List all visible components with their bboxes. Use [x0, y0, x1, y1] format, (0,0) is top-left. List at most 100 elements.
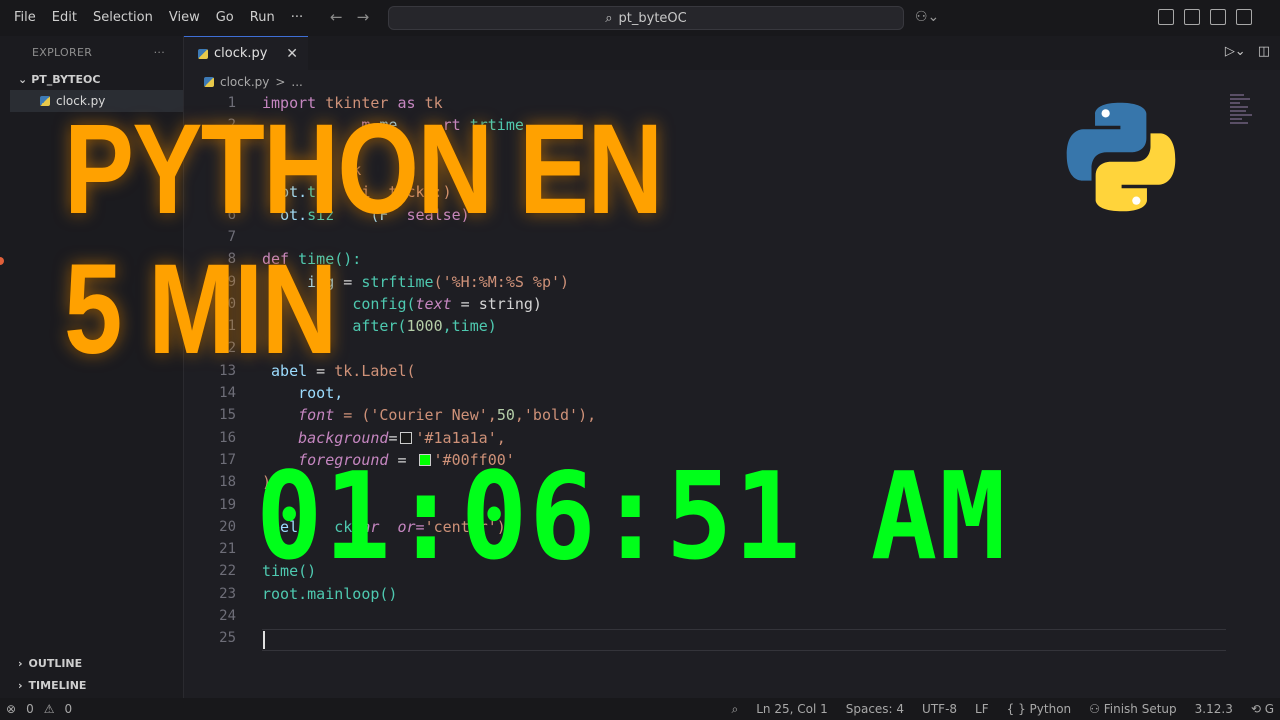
status-position[interactable]: Ln 25, Col 1 [756, 702, 828, 717]
line-number: 15 [219, 407, 236, 424]
outline-section[interactable]: › OUTLINE [0, 652, 184, 674]
remote-icon[interactable]: ⟲ G [1251, 702, 1274, 717]
code-line: 14 root, [184, 382, 343, 404]
menu-more[interactable]: ··· [283, 0, 311, 36]
close-icon[interactable]: ✕ [286, 46, 298, 62]
breadcrumb-rest[interactable]: ... [291, 75, 302, 89]
error-count: 0 [26, 702, 34, 716]
layout-controls [1158, 9, 1252, 25]
menu-go[interactable]: Go [208, 0, 242, 36]
code-text: background= '#1a1a1a', [298, 428, 506, 447]
warning-icon: ⚠ [43, 702, 55, 716]
python-logo-icon [1066, 102, 1176, 212]
nav-arrows: ← → [330, 8, 369, 26]
menu-run[interactable]: Run [242, 0, 283, 36]
explorer-header: EXPLORER ··· [0, 36, 183, 68]
status-finish-setup[interactable]: ⚇ Finish Setup [1089, 702, 1177, 717]
python-file-icon [204, 77, 214, 87]
toggle-sidebar-icon[interactable] [1184, 9, 1200, 25]
code-line: 16 background= '#1a1a1a', [184, 427, 506, 449]
code-line: 25 [184, 627, 236, 649]
title-bar: File Edit Selection View Go Run ··· ← → … [0, 0, 1280, 36]
video-title-overlay: PYTHON EN 5 MIN [64, 98, 663, 381]
menu-selection[interactable]: Selection [85, 0, 161, 36]
breadcrumb: clock.py > ... [204, 72, 303, 92]
run-icon[interactable]: ▷⌄ [1225, 44, 1246, 59]
python-file-icon [40, 96, 50, 106]
title-line-2: 5 MIN [64, 238, 337, 381]
title-line-1: PYTHON EN [64, 98, 663, 241]
clock-display: 01:06:51 AM [256, 448, 1008, 587]
status-spaces[interactable]: Spaces: 4 [846, 702, 904, 717]
code-line: 21 [184, 538, 236, 560]
tab-clock-py[interactable]: clock.py ✕ [184, 36, 308, 70]
line-number: 18 [219, 474, 236, 491]
status-right: ⌕ Ln 25, Col 1 Spaces: 4 UTF-8 LF { } Py… [731, 702, 1280, 717]
status-language-group[interactable]: { } Python [1007, 702, 1072, 717]
status-python-version[interactable]: 3.12.3 [1195, 702, 1233, 717]
line-number: 17 [219, 451, 236, 468]
arrow-right-icon[interactable]: → [357, 8, 370, 26]
line-number: 19 [219, 496, 236, 513]
status-language: Python [1029, 701, 1072, 716]
explorer-title: EXPLORER [32, 45, 93, 59]
timeline-label: TIMELINE [28, 678, 87, 692]
status-bar: ⊗ 0 ⚠ 0 ⌕ Ln 25, Col 1 Spaces: 4 UTF-8 L… [0, 698, 1280, 720]
zoom-icon[interactable]: ⌕ [731, 702, 738, 717]
line-number: 21 [219, 541, 236, 558]
line-number: 22 [219, 563, 236, 580]
chevron-right-icon: › [18, 656, 23, 670]
code-line: 17 foreground = '#00ff00' [184, 449, 515, 471]
line-number: 14 [219, 385, 236, 402]
chevron-down-icon: ⌄ [18, 72, 28, 86]
editor-tab-bar: clock.py ✕ ▷⌄ ◫ [184, 36, 1280, 70]
explorer-more-icon[interactable]: ··· [154, 46, 165, 59]
menu-bar: File Edit Selection View Go Run ··· [0, 0, 311, 36]
code-line: 23 root.mainloop() [184, 583, 397, 605]
code-line: 15 font = ('Courier New',50,'bold'), [184, 404, 596, 426]
split-editor-icon[interactable]: ◫ [1258, 44, 1270, 59]
code-line: 24 [184, 605, 236, 627]
toggle-panel-icon[interactable] [1210, 9, 1226, 25]
code-line: 20 pel. ck(ar or='center') [184, 516, 506, 538]
timeline-section[interactable]: › TIMELINE [0, 674, 184, 696]
python-file-icon [198, 48, 208, 59]
folder-label: PT_BYTEOC [31, 72, 101, 86]
command-center-search[interactable]: ⌕ pt_byteOC [388, 6, 904, 30]
arrow-left-icon[interactable]: ← [330, 8, 343, 26]
code-text: root, [298, 384, 344, 403]
braces-icon: { } [1006, 701, 1026, 716]
copilot-status-icon: ⚇ [1089, 701, 1100, 716]
menu-file[interactable]: File [6, 0, 44, 36]
color-swatch-dark [400, 432, 413, 445]
search-icon: ⌕ [605, 10, 613, 26]
copilot-icon[interactable]: ⚇⌄ [915, 9, 939, 25]
line-number: 16 [219, 429, 236, 446]
menu-edit[interactable]: Edit [44, 0, 85, 36]
text-cursor [263, 631, 265, 649]
status-problems[interactable]: ⊗ 0 ⚠ 0 [0, 702, 72, 716]
code-line: 19 [184, 493, 236, 515]
error-icon: ⊗ [6, 702, 17, 716]
layout-customize-icon[interactable] [1158, 9, 1174, 25]
tab-label: clock.py [214, 46, 268, 61]
search-text: pt_byteOC [618, 10, 687, 26]
line-number: 23 [219, 585, 236, 602]
status-encoding[interactable]: UTF-8 [922, 702, 957, 717]
breadcrumb-file[interactable]: clock.py [220, 75, 269, 89]
current-line-highlight [262, 629, 1226, 651]
line-number: 20 [219, 518, 236, 535]
breadcrumb-separator: > [275, 75, 286, 89]
folder-pt-byteoc[interactable]: ⌄ PT_BYTEOC [0, 68, 183, 90]
code-text: font = ('Courier New',50,'bold'), [298, 406, 597, 425]
editor-actions: ▷⌄ ◫ [1225, 44, 1270, 59]
outline-label: OUTLINE [28, 656, 83, 670]
status-eol[interactable]: LF [975, 702, 989, 717]
line-number: 25 [219, 630, 236, 647]
menu-view[interactable]: View [161, 0, 208, 36]
chevron-right-icon: › [18, 678, 23, 692]
code-line: 22 time() [184, 560, 316, 582]
finish-setup-label: Finish Setup [1103, 701, 1177, 716]
toggle-secondary-sidebar-icon[interactable] [1236, 9, 1252, 25]
minimap[interactable] [1230, 92, 1256, 132]
